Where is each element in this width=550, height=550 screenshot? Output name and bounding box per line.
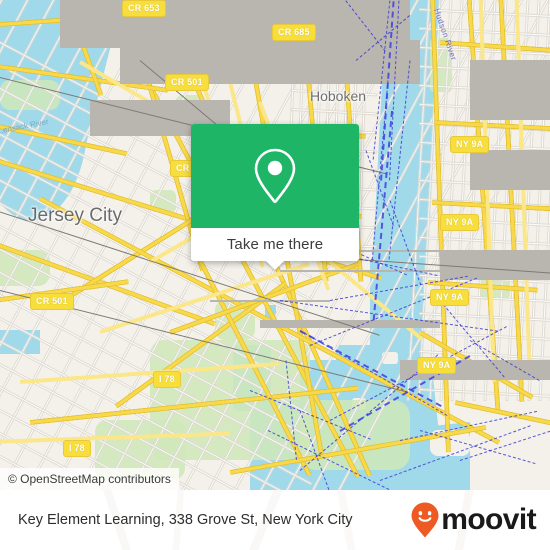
map-canvas[interactable]: ...ensack River Hudson River Jersey City…: [0, 0, 550, 490]
map-highway-shield: CR 685: [272, 24, 316, 41]
map-road: [260, 320, 440, 328]
map-highway-shield: CR 653: [122, 0, 166, 17]
map-highway-shield: NY 9A: [440, 214, 480, 231]
map-place-label: Hoboken: [310, 88, 367, 104]
map-highway-shield: I 78: [63, 440, 91, 457]
moovit-logo[interactable]: moovit: [410, 501, 537, 539]
map-road: [470, 60, 550, 120]
moovit-wordmark: moovit: [441, 503, 536, 536]
location-caption: Key Element Learning, 338 Grove St, New …: [18, 512, 353, 528]
osm-attribution[interactable]: © OpenStreetMap contributors: [0, 468, 179, 490]
map-place-label: Jersey City: [28, 205, 122, 226]
moovit-map-screenshot: ...ensack River Hudson River Jersey City…: [0, 0, 550, 550]
map-pin-icon: [254, 148, 296, 203]
osm-attribution-text: © OpenStreetMap contributors: [8, 472, 171, 486]
caption-bar: Key Element Learning, 338 Grove St, New …: [0, 490, 550, 550]
take-me-there-label: Take me there: [226, 236, 324, 253]
map-highway-shield: CR 501: [165, 74, 209, 91]
map-road: [470, 150, 550, 190]
map-highway-shield: NY 9A: [430, 289, 470, 306]
map-highway-shield: NY 9A: [417, 357, 457, 374]
map-highway-shield: CR 501: [30, 293, 74, 310]
location-popup-card[interactable]: Take me there: [191, 124, 359, 270]
moovit-smiley-pin-icon: [411, 502, 439, 538]
map-highway-shield: NY 9A: [450, 136, 490, 153]
popup-header: [191, 124, 359, 228]
take-me-there-button[interactable]: Take me there: [191, 228, 359, 261]
popup-pointer: [265, 260, 285, 270]
map-highway-shield: I 78: [153, 371, 181, 388]
